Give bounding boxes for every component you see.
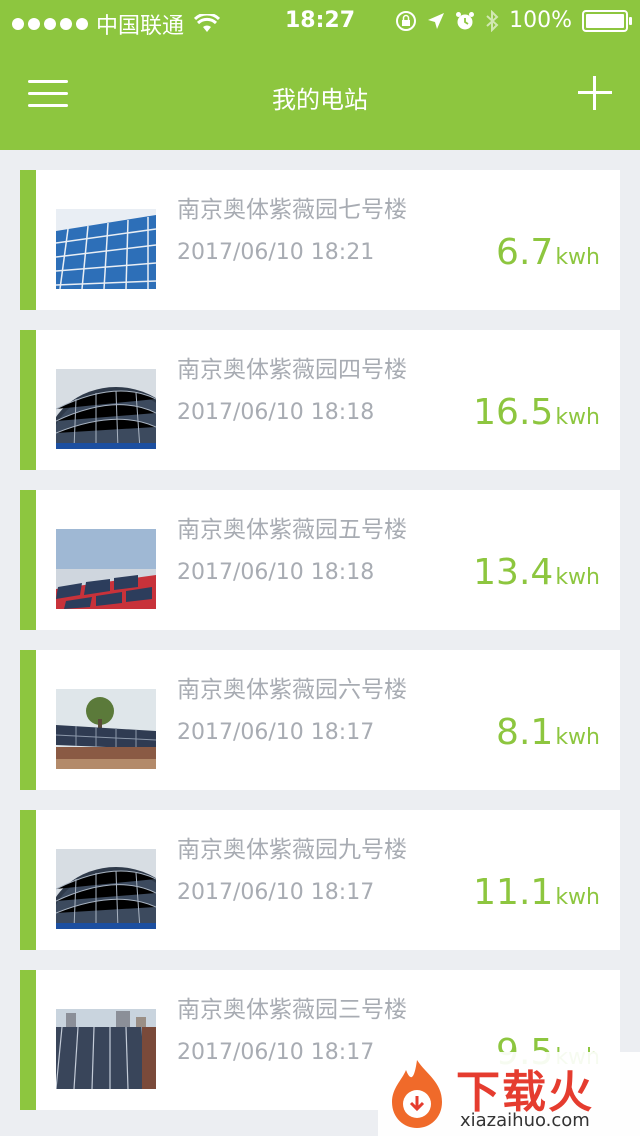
station-energy: 13.4kwh [473, 552, 600, 593]
energy-unit: kwh [555, 885, 600, 910]
energy-value: 16.5 [473, 392, 554, 433]
card-accent-bar [20, 490, 36, 630]
card-accent-bar [20, 970, 36, 1110]
energy-unit: kwh [555, 245, 600, 270]
station-time: 2017/06/10 18:17 [177, 720, 375, 745]
energy-value: 8.1 [496, 712, 554, 753]
station-name: 南京奥体紫薇园五号楼 [177, 517, 407, 543]
station-time: 2017/06/10 18:18 [177, 400, 375, 425]
station-card[interactable]: 南京奥体紫薇园四号楼 2017/06/10 18:18 16.5kwh [20, 330, 620, 470]
add-icon[interactable] [578, 76, 612, 110]
station-energy: 11.1kwh [473, 872, 600, 913]
station-thumbnail [56, 369, 156, 449]
station-card[interactable]: 南京奥体紫薇园六号楼 2017/06/10 18:17 8.1kwh [20, 650, 620, 790]
energy-unit: kwh [555, 405, 600, 430]
station-time: 2017/06/10 18:18 [177, 560, 375, 585]
station-name: 南京奥体紫薇园九号楼 [177, 837, 407, 863]
location-arrow-icon [428, 12, 445, 29]
status-right: 100% [395, 8, 632, 33]
station-name: 南京奥体紫薇园六号楼 [177, 677, 407, 703]
station-thumbnail [56, 1009, 156, 1089]
station-card[interactable]: 南京奥体紫薇园五号楼 2017/06/10 18:18 13.4kwh [20, 490, 620, 630]
energy-unit: kwh [555, 725, 600, 750]
station-energy: 6.7kwh [496, 232, 600, 273]
station-card[interactable]: 南京奥体紫薇园七号楼 2017/06/10 18:21 6.7kwh [20, 170, 620, 310]
station-energy: 16.5kwh [473, 392, 600, 433]
watermark-url: xiazaihuo.com [460, 1110, 590, 1131]
station-thumbnail [56, 209, 156, 289]
station-time: 2017/06/10 18:21 [177, 240, 375, 265]
station-list: 南京奥体紫薇园七号楼 2017/06/10 18:21 6.7kwh 南京奥体紫… [20, 170, 620, 1130]
card-accent-bar [20, 810, 36, 950]
watermark: 下载火 xiazaihuo.com [378, 1052, 640, 1136]
card-accent-bar [20, 170, 36, 310]
station-name: 南京奥体紫薇园四号楼 [177, 357, 407, 383]
station-thumbnail [56, 689, 156, 769]
bluetooth-icon [486, 9, 499, 32]
battery-percent: 100% [509, 8, 572, 33]
nav-bar: 我的电站 [0, 42, 640, 150]
page-title: 我的电站 [272, 86, 368, 114]
energy-value: 11.1 [473, 872, 554, 913]
battery-icon [582, 9, 632, 32]
card-accent-bar [20, 330, 36, 470]
station-name: 南京奥体紫薇园七号楼 [177, 197, 407, 223]
rotation-lock-icon [396, 10, 417, 31]
station-time: 2017/06/10 18:17 [177, 880, 375, 905]
station-time: 2017/06/10 18:17 [177, 1040, 375, 1065]
station-card[interactable]: 南京奥体紫薇园九号楼 2017/06/10 18:17 11.1kwh [20, 810, 620, 950]
station-name: 南京奥体紫薇园三号楼 [177, 997, 407, 1023]
status-bar: 中国联通 18:27 100% [0, 0, 640, 42]
energy-value: 6.7 [496, 232, 554, 273]
alarm-icon [456, 11, 475, 29]
energy-unit: kwh [555, 565, 600, 590]
card-accent-bar [20, 650, 36, 790]
energy-value: 13.4 [473, 552, 554, 593]
station-thumbnail [56, 529, 156, 609]
station-energy: 8.1kwh [496, 712, 600, 753]
flame-logo-icon [392, 1060, 442, 1128]
station-thumbnail [56, 849, 156, 929]
